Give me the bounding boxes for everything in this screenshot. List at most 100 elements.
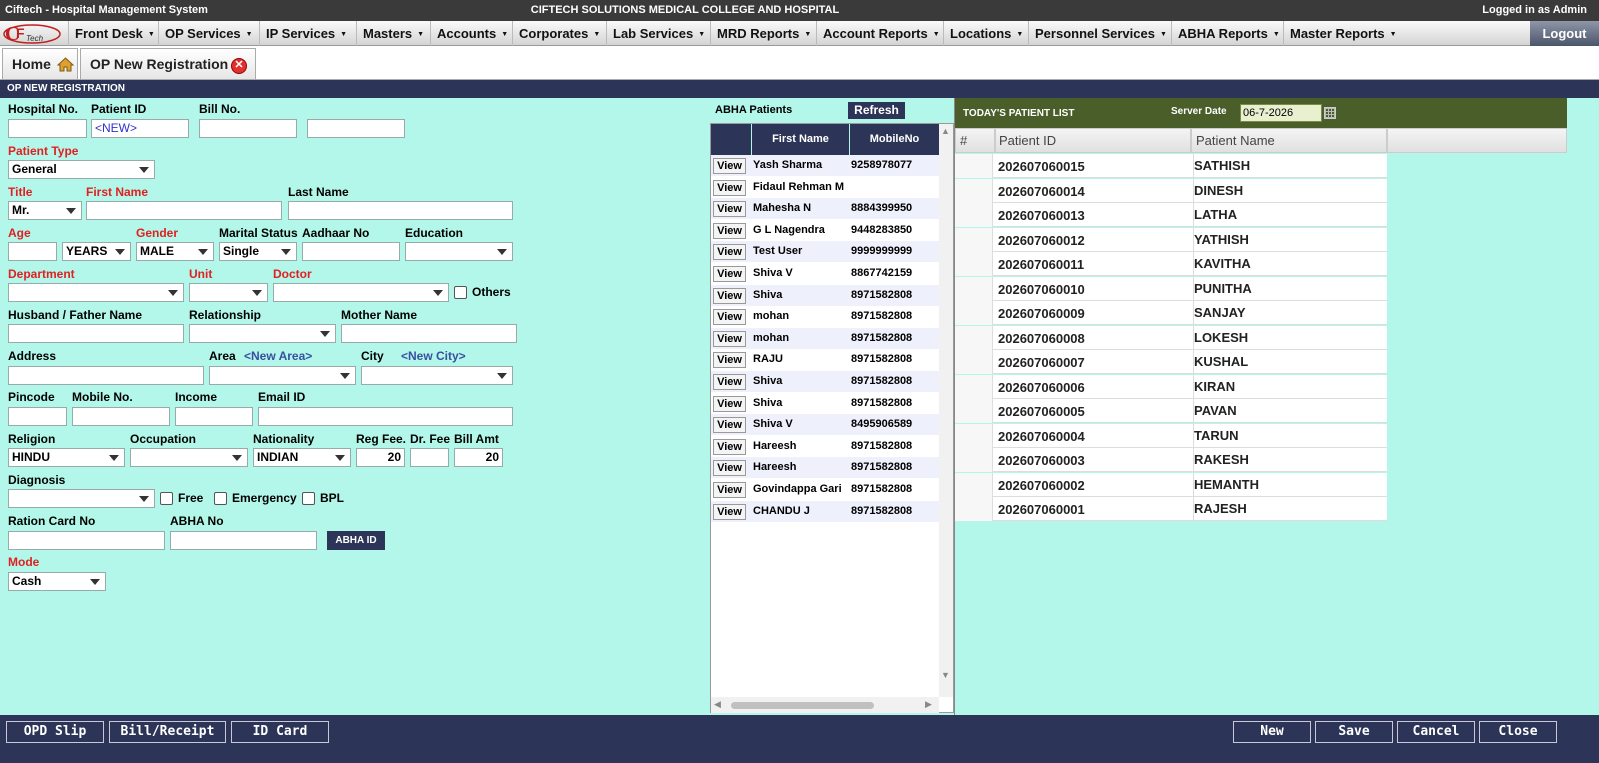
patient-row[interactable]: 202607060003 RAKESH	[955, 448, 1387, 472]
abha-no-input[interactable]	[170, 531, 317, 550]
income-input[interactable]	[175, 407, 253, 426]
payment-mode-select[interactable]: Cash	[8, 572, 106, 591]
close-tab-icon[interactable]: ✕	[231, 58, 247, 74]
abha-row[interactable]: View Shiva V 8495906589	[711, 414, 939, 436]
title-select[interactable]: Mr.	[8, 201, 82, 220]
view-button[interactable]: View	[713, 482, 746, 498]
view-button[interactable]: View	[713, 438, 746, 455]
menu-personnel-services[interactable]: Personnel Services ▼	[1028, 21, 1167, 46]
patient-row[interactable]: 202607060001 RAJESH	[955, 497, 1387, 521]
first-name-input[interactable]	[86, 201, 282, 220]
scroll-up-icon[interactable]: ▲	[941, 126, 950, 136]
patient-row[interactable]: 202607060013 LATHA	[955, 203, 1387, 227]
aadhaar-input[interactable]	[302, 242, 400, 261]
abha-row[interactable]: View Shiva 8971582808	[711, 284, 939, 306]
ciftech-logo[interactable]: C F Tech	[2, 23, 66, 45]
area-select[interactable]	[209, 366, 356, 385]
patient-row[interactable]: 202607060002 HEMANTH	[955, 472, 1387, 497]
view-button[interactable]: View	[713, 417, 746, 434]
patient-row[interactable]: 202607060014 DINESH	[955, 178, 1387, 203]
calendar-icon[interactable]	[1324, 107, 1336, 119]
patient-row[interactable]: 202607060011 KAVITHA	[955, 252, 1387, 276]
patient-row[interactable]: 202607060005 PAVAN	[955, 399, 1387, 423]
horizontal-scroll-thumb[interactable]	[731, 702, 874, 709]
religion-select[interactable]: HINDU	[8, 448, 125, 467]
menu-abha-reports[interactable]: ABHA Reports ▼	[1171, 21, 1280, 46]
gender-select[interactable]: MALE	[136, 242, 214, 261]
menu-mrd-reports[interactable]: MRD Reports ▼	[710, 21, 811, 46]
logout-button[interactable]: Logout	[1530, 21, 1599, 46]
patient-row[interactable]: 202607060007 KUSHAL	[955, 350, 1387, 374]
patient-row[interactable]: 202607060008 LOKESH	[955, 325, 1387, 350]
menu-account-reports[interactable]: Account Reports ▼	[816, 21, 940, 46]
view-button[interactable]: View	[713, 503, 746, 520]
abha-row[interactable]: View mohan 8971582808	[711, 306, 939, 327]
col-patient-id[interactable]: Patient ID	[995, 128, 1191, 153]
patient-row[interactable]: 202607060012 YATHISH	[955, 227, 1387, 252]
bill-amt-input[interactable]: 20	[454, 448, 503, 467]
abha-row[interactable]: View Shiva V 8867742159	[711, 263, 939, 284]
patient-row[interactable]: 202607060006 KIRAN	[955, 374, 1387, 399]
view-button[interactable]: View	[713, 374, 746, 390]
free-checkbox[interactable]	[160, 492, 173, 505]
occupation-select[interactable]	[130, 448, 248, 467]
menu-op-services[interactable]: OP Services ▼	[158, 21, 253, 46]
scroll-left-icon[interactable]: ◀	[714, 699, 721, 710]
department-select[interactable]	[8, 283, 184, 302]
new-area-link[interactable]: <New Area>	[244, 349, 312, 363]
server-date-input[interactable]: 06-7-2026	[1240, 104, 1322, 122]
tab-op-new-registration[interactable]: OP New Registration ✕	[80, 48, 256, 79]
age-input[interactable]	[8, 242, 57, 261]
age-unit-select[interactable]: YEARS	[62, 242, 131, 261]
patient-row[interactable]: 202607060015 SATHISH	[955, 154, 1387, 178]
view-button[interactable]: View	[713, 395, 746, 412]
abha-row[interactable]: View Mahesha N 8884399950	[711, 198, 939, 220]
pincode-input[interactable]	[8, 407, 67, 426]
mobile-input[interactable]	[72, 407, 170, 426]
bill-no-extra-input[interactable]	[307, 119, 405, 138]
abha-vertical-scrollbar[interactable]: ▲ ▼	[939, 124, 953, 697]
patient-row[interactable]: 202607060010 PUNITHA	[955, 276, 1387, 301]
husband-father-input[interactable]	[8, 324, 184, 343]
col-row-number[interactable]: #	[955, 128, 995, 153]
address-input[interactable]	[8, 366, 204, 385]
patient-row[interactable]: 202607060009 SANJAY	[955, 301, 1387, 325]
view-button[interactable]: View	[713, 244, 746, 261]
view-button[interactable]: View	[713, 309, 746, 326]
bpl-checkbox[interactable]	[302, 492, 315, 505]
abha-horizontal-scrollbar[interactable]: ◀ ▶	[711, 697, 939, 713]
col-patient-name[interactable]: Patient Name	[1191, 128, 1387, 153]
bill-no-input[interactable]	[199, 119, 297, 138]
doctor-select[interactable]	[273, 283, 449, 302]
menu-ip-services[interactable]: IP Services ▼	[259, 21, 347, 46]
abha-row[interactable]: View Hareesh 8971582808	[711, 436, 939, 457]
others-checkbox[interactable]	[454, 286, 467, 299]
new-button[interactable]: New	[1233, 721, 1311, 743]
bill-receipt-button[interactable]: Bill/Receipt	[109, 721, 226, 743]
new-city-link[interactable]: <New City>	[401, 349, 466, 363]
view-button[interactable]: View	[713, 179, 746, 196]
email-input[interactable]	[258, 407, 513, 426]
menu-accounts[interactable]: Accounts ▼	[430, 21, 508, 46]
nationality-select[interactable]: INDIAN	[253, 448, 351, 467]
menu-masters[interactable]: Masters ▼	[356, 21, 424, 46]
view-button[interactable]: View	[713, 460, 746, 477]
marital-status-select[interactable]: Single	[219, 242, 297, 261]
scroll-right-icon[interactable]: ▶	[925, 699, 932, 710]
patient-type-select[interactable]: General	[8, 160, 155, 179]
tab-home[interactable]: Home	[2, 48, 78, 79]
abha-row[interactable]: View Yash Sharma 9258978077	[711, 155, 939, 176]
close-button[interactable]: Close	[1479, 721, 1557, 743]
menu-master-reports[interactable]: Master Reports ▼	[1283, 21, 1397, 46]
diagnosis-select[interactable]	[8, 489, 155, 508]
menu-corporates[interactable]: Corporates ▼	[512, 21, 600, 46]
view-button[interactable]: View	[713, 266, 746, 282]
abha-row[interactable]: View Shiva 8971582808	[711, 393, 939, 414]
city-select[interactable]	[361, 366, 513, 385]
abha-row[interactable]: View RAJU 8971582808	[711, 349, 939, 370]
abha-row[interactable]: View Fidaul Rehman M	[711, 177, 939, 198]
view-button[interactable]: View	[713, 330, 746, 347]
abha-row[interactable]: View Govindappa Gari 8971582808	[711, 479, 939, 500]
abha-row[interactable]: View mohan 8971582808	[711, 327, 939, 349]
abha-row[interactable]: View G L Nagendra 9448283850	[711, 220, 939, 241]
